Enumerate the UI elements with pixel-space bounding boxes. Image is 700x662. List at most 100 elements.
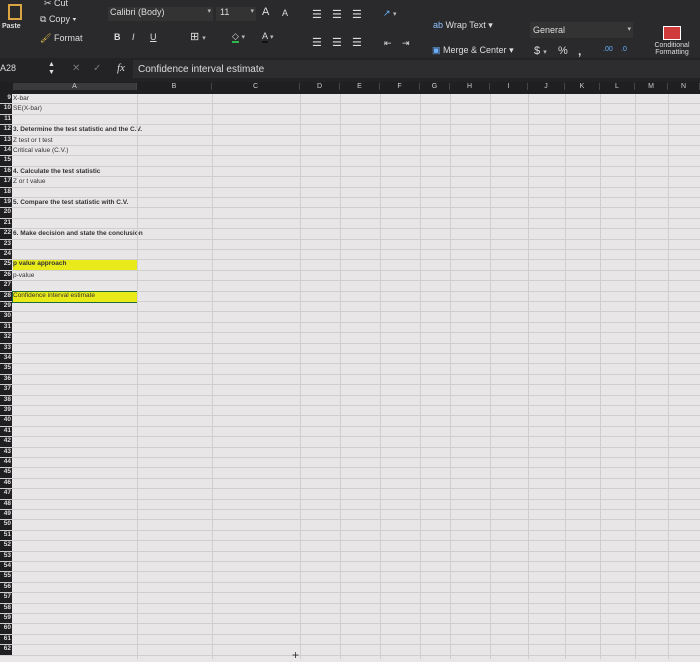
- column-header-K[interactable]: K: [565, 83, 600, 90]
- row-header[interactable]: 25: [0, 260, 12, 270]
- sheet-grid[interactable]: 9 X-bar 10 SE(X-bar) 11 12 3. Determine the te…: [0, 94, 700, 659]
- number-format-select[interactable]: General ▾: [530, 22, 633, 38]
- row-header[interactable]: 41: [0, 426, 12, 437]
- cell-A9[interactable]: X-bar: [13, 95, 29, 102]
- row-header[interactable]: 44: [0, 458, 12, 468]
- fill-color-button[interactable]: ◇ ▾: [232, 31, 245, 43]
- fx-icon[interactable]: fx: [117, 62, 125, 74]
- row-header[interactable]: 20: [0, 208, 12, 218]
- cell-A17[interactable]: Z or t value: [13, 178, 46, 185]
- column-header-E[interactable]: E: [340, 83, 380, 90]
- row-header[interactable]: 50: [0, 520, 12, 530]
- row-header[interactable]: 47: [0, 489, 12, 499]
- column-header-M[interactable]: M: [635, 83, 668, 90]
- row-header[interactable]: 62: [0, 645, 12, 655]
- row-header[interactable]: 37: [0, 385, 12, 395]
- column-header-N[interactable]: N: [668, 83, 700, 90]
- underline-button[interactable]: U: [150, 32, 157, 42]
- bold-button[interactable]: B: [114, 32, 121, 42]
- row-header[interactable]: 55: [0, 572, 12, 582]
- row-header[interactable]: 22: [0, 229, 12, 239]
- merge-center-button[interactable]: ▣ Merge & Center ▾: [432, 45, 514, 56]
- conditional-formatting-button[interactable]: Conditional Formatting: [648, 26, 696, 56]
- decrease-indent-icon[interactable]: ⇤: [384, 38, 392, 49]
- row-header[interactable]: 42: [0, 437, 12, 447]
- row-header[interactable]: 26: [0, 270, 12, 281]
- add-sheet-button[interactable]: +: [292, 648, 299, 662]
- row-header[interactable]: 46: [0, 478, 12, 489]
- font-size-select[interactable]: 11 ▾: [216, 7, 256, 21]
- row-header[interactable]: 24: [0, 250, 12, 260]
- column-header-F[interactable]: F: [380, 83, 420, 90]
- row-header[interactable]: 31: [0, 322, 12, 333]
- row-header[interactable]: 33: [0, 343, 12, 353]
- row-header[interactable]: 18: [0, 187, 12, 197]
- cell-A28[interactable]: Confidence interval estimate: [12, 290, 138, 303]
- row-header[interactable]: 14: [0, 146, 12, 156]
- comma-button[interactable]: ,: [578, 44, 581, 58]
- row-header[interactable]: 49: [0, 510, 12, 520]
- row-header[interactable]: 23: [0, 239, 12, 249]
- row-header[interactable]: 39: [0, 406, 12, 416]
- percent-button[interactable]: %: [558, 45, 568, 57]
- row-header[interactable]: 43: [0, 447, 12, 457]
- align-bottom-icon[interactable]: ☰: [352, 8, 362, 21]
- italic-button[interactable]: I: [132, 32, 135, 42]
- cell-A10[interactable]: SE(X-bar): [13, 105, 42, 112]
- cell-A12[interactable]: 3. Determine the test statistic and the …: [13, 126, 142, 133]
- row-header[interactable]: 36: [0, 374, 12, 385]
- increase-decimal-icon[interactable]: .00: [603, 46, 613, 53]
- font-name-select[interactable]: Calibri (Body) ▾: [108, 7, 213, 21]
- cell-A25[interactable]: p value approach: [13, 260, 137, 271]
- row-header[interactable]: 59: [0, 614, 12, 624]
- align-right-icon[interactable]: ☰: [352, 36, 362, 49]
- row-header[interactable]: 40: [0, 416, 12, 426]
- cell-A14[interactable]: Critical value (C.V.): [13, 147, 68, 154]
- align-center-icon[interactable]: ☰: [332, 36, 342, 49]
- column-header-C[interactable]: C: [212, 83, 300, 90]
- column-header-G[interactable]: G: [420, 83, 450, 90]
- row-header[interactable]: 28: [0, 291, 12, 301]
- shrink-font-button[interactable]: A: [282, 8, 288, 18]
- copy-button[interactable]: ⧉ Copy ▾: [40, 14, 76, 25]
- row-header[interactable]: 11: [0, 114, 12, 125]
- row-header[interactable]: 16: [0, 166, 12, 177]
- column-header-J[interactable]: J: [528, 83, 565, 90]
- cell-A13[interactable]: Z test or t test: [13, 137, 53, 144]
- row-header[interactable]: 56: [0, 582, 12, 593]
- row-header[interactable]: 35: [0, 364, 12, 374]
- column-header-B[interactable]: B: [137, 83, 212, 90]
- name-box[interactable]: A28: [0, 63, 16, 73]
- row-header[interactable]: 9: [0, 94, 12, 104]
- row-header[interactable]: 60: [0, 624, 12, 634]
- grow-font-button[interactable]: A: [262, 6, 269, 18]
- row-header[interactable]: 17: [0, 177, 12, 187]
- currency-button[interactable]: $ ▾: [534, 45, 547, 57]
- column-header-L[interactable]: L: [600, 83, 635, 90]
- row-header[interactable]: 38: [0, 395, 12, 405]
- row-header[interactable]: 13: [0, 135, 12, 145]
- row-header[interactable]: 30: [0, 312, 12, 322]
- decrease-decimal-icon[interactable]: .0: [621, 46, 627, 53]
- align-top-icon[interactable]: ☰: [312, 8, 322, 21]
- row-header[interactable]: 34: [0, 354, 12, 364]
- paste-button[interactable]: Paste: [2, 4, 28, 44]
- font-color-button[interactable]: A ▾: [262, 31, 274, 43]
- column-header-D[interactable]: D: [300, 83, 340, 90]
- column-header-H[interactable]: H: [450, 83, 490, 90]
- row-header[interactable]: 19: [0, 198, 12, 208]
- row-header[interactable]: 51: [0, 530, 12, 541]
- row-header[interactable]: 15: [0, 156, 12, 166]
- column-header-A[interactable]: A: [13, 83, 137, 90]
- cell-A16[interactable]: 4. Calculate the test statistic: [13, 168, 100, 175]
- cell-A22[interactable]: 6. Make decision and state the conclusio…: [13, 230, 143, 237]
- row-header[interactable]: 61: [0, 634, 12, 645]
- formula-input[interactable]: Confidence interval estimate: [133, 60, 700, 78]
- enter-icon[interactable]: ✓: [93, 63, 101, 74]
- wrap-text-button[interactable]: ab Wrap Text ▾: [433, 20, 493, 31]
- row-header[interactable]: 54: [0, 562, 12, 572]
- row-header[interactable]: 21: [0, 218, 12, 229]
- row-header[interactable]: 29: [0, 302, 12, 312]
- cell-A19[interactable]: 5. Compare the test statistic with C.V.: [13, 199, 128, 206]
- row-header[interactable]: 45: [0, 468, 12, 478]
